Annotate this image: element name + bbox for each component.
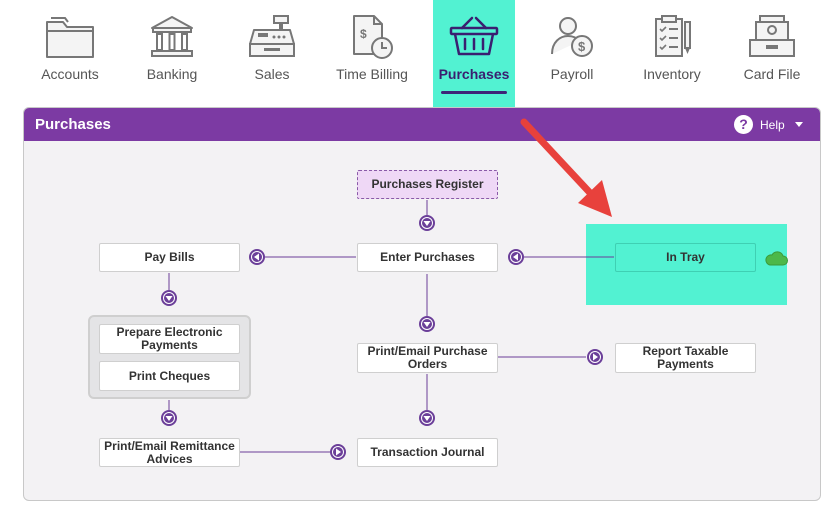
annotation-arrow	[520, 118, 612, 217]
